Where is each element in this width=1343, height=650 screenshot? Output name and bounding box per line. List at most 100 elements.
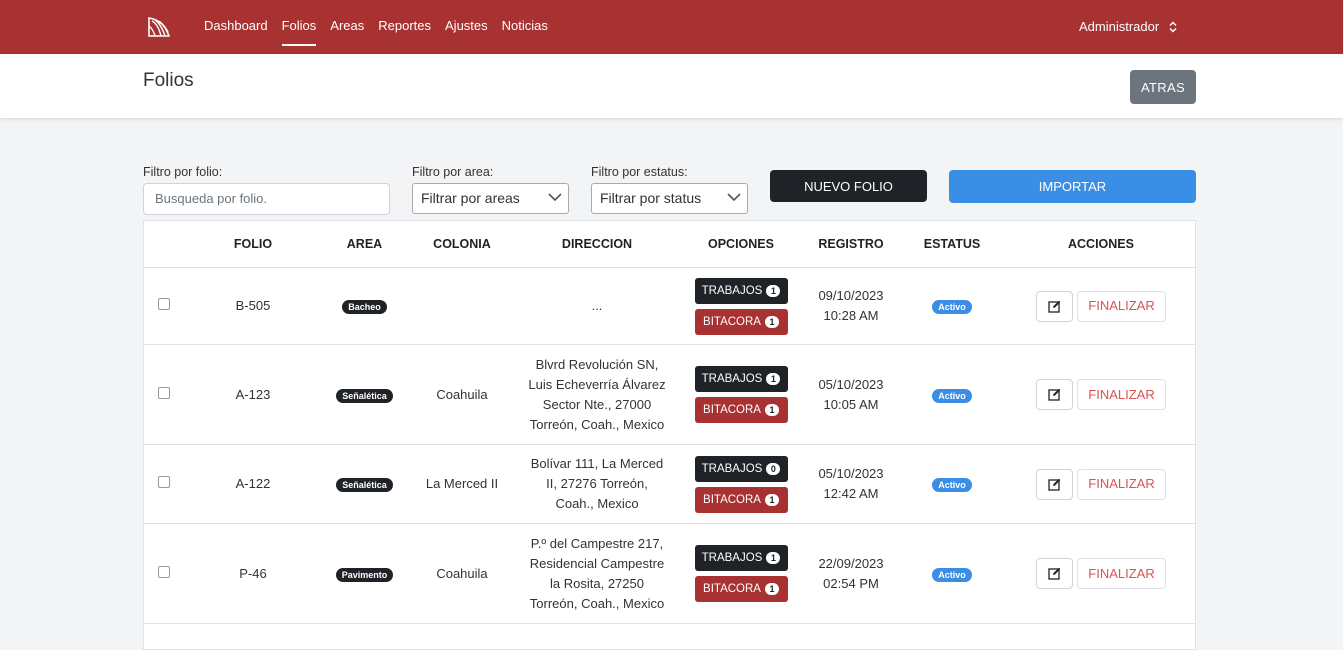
colonia-value: Coahuila [436,565,488,581]
area-filter-select[interactable]: Filtrar por areas [412,183,569,214]
bitacora-label: BITACORA [703,493,761,506]
status-badge: Activo [932,567,972,582]
trabajos-count-badge: 1 [766,552,781,564]
folio-cell: A-122 [184,444,322,524]
chevron-down-icon [548,193,562,202]
row-checkbox[interactable] [158,298,170,310]
folios-table: FOLIO AREA COLONIA DIRECCION OPCIONES RE… [143,220,1196,650]
area-badge: Señalética [336,478,393,492]
row-checkbox[interactable] [158,476,170,488]
header-acciones: ACCIONES [1007,221,1195,268]
trabajos-label: TRABAJOS [701,552,763,564]
direccion-line: P.º del Campestre 217, [530,535,664,551]
trabajos-count-badge: 0 [766,462,781,475]
finalizar-button[interactable]: FINALIZAR [1077,290,1166,322]
header-direccion: DIRECCION [517,221,677,268]
nav-dashboard[interactable]: Dashboard [204,0,268,54]
status-badge: Activo [932,478,972,492]
bitacora-count-badge: 1 [764,315,779,328]
folio-search-input[interactable]: Busqueda por folio. [143,183,390,215]
direccion-line: Torreón, Coah., Mexico [529,416,665,432]
edit-button[interactable] [1036,379,1073,410]
registro-cell: 05/10/2023 10:05 AM [805,344,897,445]
edit-button[interactable] [1036,468,1073,500]
nav-areas[interactable]: Areas [330,0,364,54]
direccion-line: II, 27276 Torreón, [546,476,648,491]
bitacora-button[interactable]: BITACORA 1 [694,576,788,602]
colonia-cell: Coahuila [407,344,517,445]
trabajos-button[interactable]: TRABAJOS 1 [694,545,788,571]
status-filter-select[interactable]: Filtrar por status [591,183,748,214]
finalizar-button[interactable]: FINALIZAR [1077,558,1166,589]
registro-date: 09/10/2023 [818,288,884,303]
bitacora-button[interactable]: BITACORA 1 [694,486,788,513]
registro-date: 05/10/2023 [818,376,884,392]
header-colonia: COLONIA [407,221,517,268]
table-row: B-505 Bacheo ... TRABAJOS 1 BITACORA 1 0… [144,267,1195,345]
table-row: P-46 Pavimento Coahuila P.º del Campestr… [144,523,1195,624]
direccion-line: Residencial Campestre [529,555,665,571]
bitacora-button[interactable]: BITACORA 1 [694,397,788,423]
status-badge: Activo [932,300,972,314]
registro-time: 10:28 AM [823,308,879,323]
bitacora-label: BITACORA [703,315,761,328]
folio-cell: B-505 [184,267,322,345]
nav-folios[interactable]: Folios [281,0,316,54]
chevron-updown-icon [1169,20,1177,33]
area-badge: Bacheo [342,300,387,314]
nav-noticias[interactable]: Noticias [502,0,548,54]
row-checkbox[interactable] [158,386,170,399]
row-checkbox[interactable] [158,565,170,578]
new-folio-button[interactable]: NUEVO FOLIO [770,170,927,202]
user-menu[interactable]: Administrador [1079,19,1177,34]
back-button[interactable]: ATRAS [1130,70,1196,104]
direccion-cell: Blvrd Revolución SN, Luis Echeverría Álva… [517,344,677,445]
app-logo-icon[interactable] [146,14,172,40]
status-badge: Activo [932,388,972,403]
header-area: AREA [322,221,407,268]
bitacora-count-badge: 1 [764,583,779,595]
folio-value: A-123 [235,386,271,402]
colonia-cell: La Merced II [407,444,517,524]
table-header-row: FOLIO AREA COLONIA DIRECCION OPCIONES RE… [144,221,1195,268]
header-opciones: OPCIONES [677,221,805,268]
finalizar-button[interactable]: FINALIZAR [1077,468,1166,500]
trabajos-button[interactable]: TRABAJOS 0 [694,455,788,482]
registro-time: 02:54 PM [823,575,879,591]
folio-cell: A-123 [184,344,322,445]
trabajos-count-badge: 1 [766,284,781,297]
header-select [144,221,184,268]
top-navbar: Dashboard Folios Areas Reportes Ajustes … [0,0,1343,54]
edit-icon [1048,567,1061,580]
bitacora-count-badge: 1 [764,493,779,506]
registro-cell: 05/10/2023 12:42 AM [805,444,897,524]
page-title: Folios [143,70,194,91]
direccion-cell: ... [517,267,677,345]
area-badge: Pavimento [335,567,394,582]
trabajos-button[interactable]: TRABAJOS 1 [694,277,788,304]
bitacora-button[interactable]: BITACORA 1 [694,308,788,335]
edit-button[interactable] [1036,290,1073,322]
direccion-cell: P.º del Campestre 217, Residencial Campes… [517,523,677,624]
nav-ajustes[interactable]: Ajustes [445,0,488,54]
edit-icon [1048,300,1061,313]
finalizar-button[interactable]: FINALIZAR [1077,379,1166,410]
table-row: A-123 Señalética Coahuila Blvrd Revoluci… [144,344,1195,445]
user-name: Administrador [1079,19,1160,34]
registro-time: 12:42 AM [823,486,879,501]
trabajos-label: TRABAJOS [701,373,763,385]
direccion-line: ... [591,298,603,313]
status-filter-value: Filtrar por status [600,190,702,206]
direccion-line: Sector Nte., 27000 [542,396,652,412]
import-button[interactable]: IMPORTAR [949,170,1196,203]
registro-date: 22/09/2023 [818,555,884,571]
folio-value: B-505 [235,298,271,313]
direccion-line: Bolívar 111, La Merced [530,456,664,471]
nav-links: Dashboard Folios Areas Reportes Ajustes … [204,0,562,54]
edit-button[interactable] [1036,558,1073,589]
direccion-line: Torreón, Coah., Mexico [529,595,665,611]
nav-reportes[interactable]: Reportes [378,0,431,54]
trabajos-button[interactable]: TRABAJOS 1 [694,366,788,392]
direccion-line: la Rosita, 27250 [550,575,644,591]
edit-icon [1048,388,1061,401]
